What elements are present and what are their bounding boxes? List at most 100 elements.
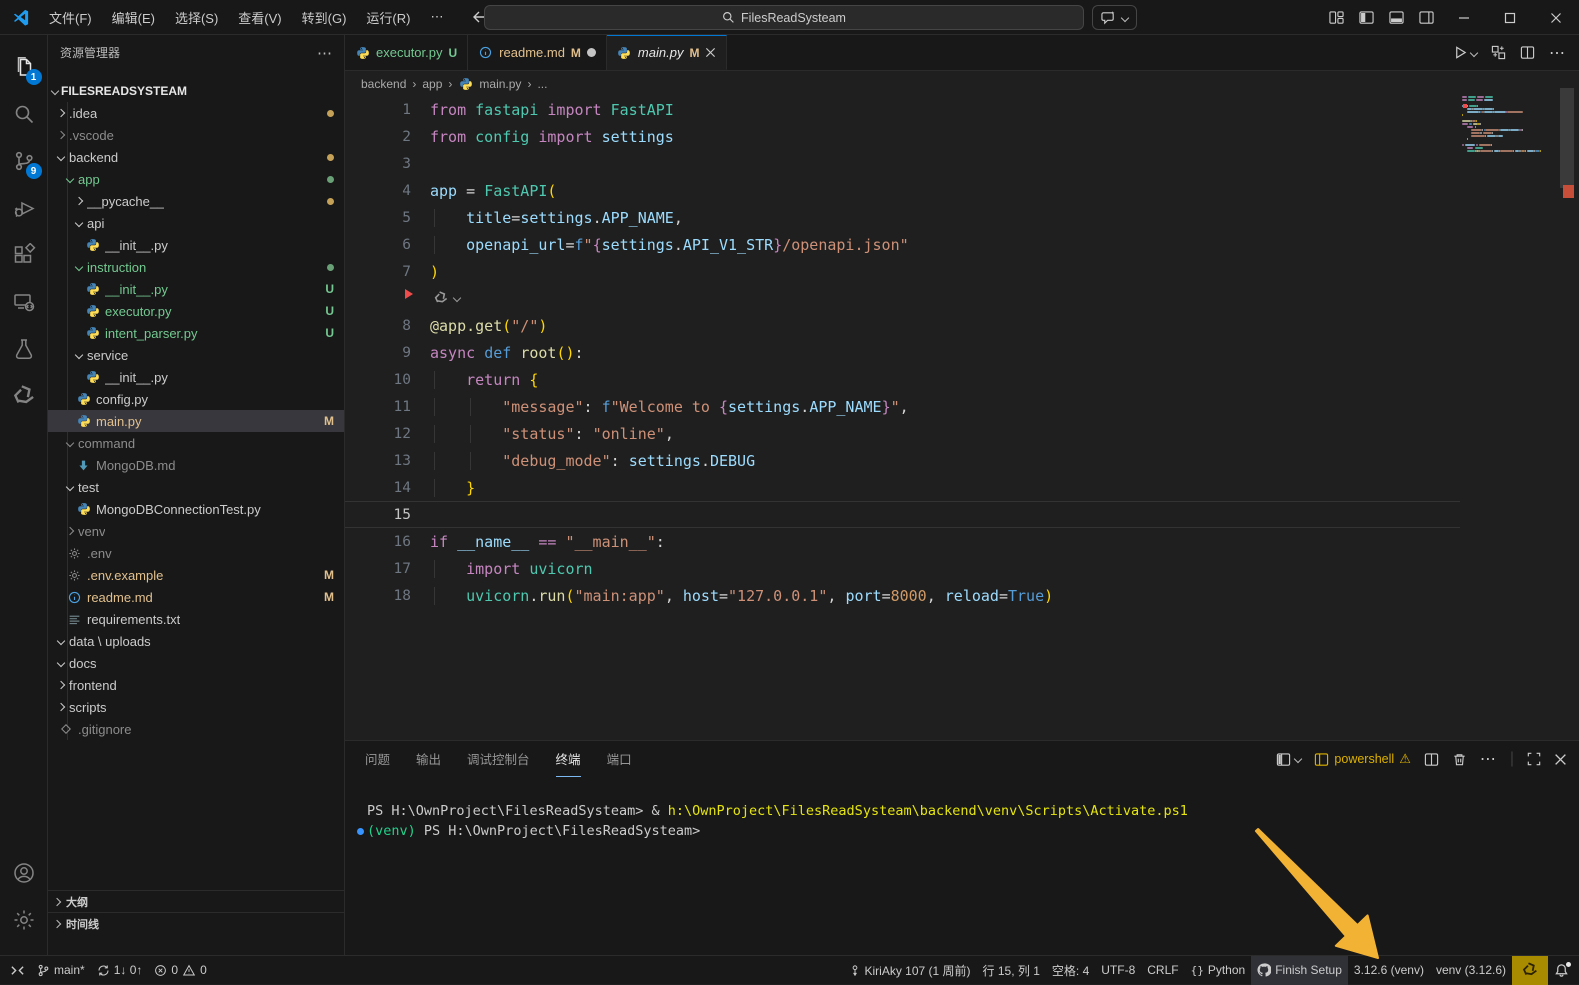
menu-more[interactable]: ⋯ xyxy=(421,5,452,29)
remote-explorer-icon[interactable] xyxy=(0,278,48,325)
panel-tab-item[interactable]: 端口 xyxy=(607,741,632,777)
menu-run[interactable]: 运行(R) xyxy=(357,4,419,31)
tree-item-mongodb-md[interactable]: MongoDB.md xyxy=(48,454,344,476)
toggle-panel-icon[interactable] xyxy=(1381,0,1411,35)
account-icon[interactable] xyxy=(0,849,48,896)
tree-item-frontend[interactable]: frontend xyxy=(48,674,344,696)
close-window-button[interactable] xyxy=(1533,0,1579,35)
explorer-icon[interactable]: 1 xyxy=(0,43,48,90)
cursor-position-item[interactable]: 行 15, 列 1 xyxy=(977,956,1046,985)
code-line[interactable]: 3 xyxy=(345,150,1460,177)
tree-item-backend[interactable]: backend xyxy=(48,146,344,168)
menu-view[interactable]: 查看(V) xyxy=(229,4,290,31)
tree-item--vscode[interactable]: .vscode xyxy=(48,124,344,146)
code-line[interactable]: 13 "debug_mode": settings.DEBUG xyxy=(345,447,1460,474)
tree-item-scripts[interactable]: scripts xyxy=(48,696,344,718)
close-tab-icon[interactable] xyxy=(705,47,716,58)
open-changes-icon[interactable] xyxy=(1491,45,1506,60)
code-line[interactable]: 9async def root(): xyxy=(345,339,1460,366)
minimize-button[interactable] xyxy=(1441,0,1487,35)
command-center-search[interactable]: FilesReadSysteam xyxy=(484,5,1084,30)
copilot-chat-button[interactable] xyxy=(1092,5,1137,30)
breadcrumb-item-backend[interactable]: backend xyxy=(361,77,406,91)
blame-item[interactable]: KiriAky 107 (1 周前) xyxy=(843,956,977,985)
maximize-panel-icon[interactable] xyxy=(1527,752,1541,766)
command-decoration[interactable] xyxy=(353,828,367,835)
code-line[interactable]: 5 title=settings.APP_NAME, xyxy=(345,204,1460,231)
testing-icon[interactable] xyxy=(0,325,48,372)
terminal-output[interactable]: PS H:\OwnProject\FilesReadSysteam> & h:\… xyxy=(353,801,1559,841)
customize-layout-icon[interactable] xyxy=(1321,0,1351,35)
code-line[interactable]: 4app = FastAPI( xyxy=(345,177,1460,204)
panel-tab-terminal-active[interactable]: 终端 xyxy=(556,741,581,777)
ai-plugin-icon[interactable] xyxy=(0,372,48,419)
code-line[interactable]: 15 xyxy=(345,501,1460,528)
run-debug-icon[interactable] xyxy=(0,184,48,231)
tree-item-command[interactable]: command xyxy=(48,432,344,454)
panel-more-actions-icon[interactable]: ⋯ xyxy=(1480,749,1497,769)
git-branch-item[interactable]: main* xyxy=(31,956,91,985)
tree-item-api[interactable]: api xyxy=(48,212,344,234)
menu-edit[interactable]: 编辑(E) xyxy=(103,4,164,31)
panel-tab-item[interactable]: 调试控制台 xyxy=(467,741,530,777)
search-sidebar-icon[interactable] xyxy=(0,90,48,137)
editor-scrollbar[interactable] xyxy=(1560,88,1574,188)
panel-tab-item[interactable]: 问题 xyxy=(365,741,390,777)
workspace-root[interactable]: FILESREADSYSTEAM xyxy=(48,80,344,102)
tree-item-config-py[interactable]: config.py xyxy=(48,388,344,410)
tab-main-py[interactable]: main.pyM xyxy=(607,35,728,70)
kill-terminal-icon[interactable] xyxy=(1452,752,1467,767)
ai-plugin-status-icon[interactable] xyxy=(1512,956,1548,985)
toggle-sidebar-icon[interactable] xyxy=(1351,0,1381,35)
code-line[interactable]: 12 "status": "online", xyxy=(345,420,1460,447)
explorer-more-actions[interactable]: ⋯ xyxy=(317,44,332,62)
venv-item[interactable]: venv (3.12.6) xyxy=(1430,956,1512,985)
code-line[interactable]: 10 return { xyxy=(345,366,1460,393)
notifications-bell-icon[interactable] xyxy=(1548,956,1579,985)
tree-item--env-example[interactable]: .env.exampleM xyxy=(48,564,344,586)
close-panel-icon[interactable] xyxy=(1554,753,1567,766)
tree-item-main-py[interactable]: main.pyM xyxy=(48,410,344,432)
eol-item[interactable]: CRLF xyxy=(1141,956,1184,985)
tree-item-docs[interactable]: docs xyxy=(48,652,344,674)
code-editor[interactable]: 1from fastapi import FastAPI2from config… xyxy=(345,96,1460,609)
toggle-secondary-sidebar-icon[interactable] xyxy=(1411,0,1441,35)
tree-item--gitignore[interactable]: .gitignore xyxy=(48,718,344,740)
tree-item--idea[interactable]: .idea xyxy=(48,102,344,124)
tree-item-venv[interactable]: venv xyxy=(48,520,344,542)
tree-item-readme-md[interactable]: readme.mdM xyxy=(48,586,344,608)
code-line[interactable]: 8@app.get("/") xyxy=(345,312,1460,339)
code-line[interactable]: 1from fastapi import FastAPI xyxy=(345,96,1460,123)
code-line[interactable]: 18 uvicorn.run("main:app", host="127.0.0… xyxy=(345,582,1460,609)
breadcrumb-item--[interactable]: ... xyxy=(537,77,547,91)
breadcrumb-item-main-py[interactable]: main.py xyxy=(479,77,521,91)
split-editor-icon[interactable] xyxy=(1520,45,1535,60)
problems-item[interactable]: 0 0 xyxy=(148,956,212,985)
menu-go[interactable]: 转到(G) xyxy=(293,4,356,31)
tree-item-executor-py[interactable]: executor.pyU xyxy=(48,300,344,322)
tree-item--init-py[interactable]: __init__.pyU xyxy=(48,278,344,300)
github-finish-setup-item[interactable]: Finish Setup xyxy=(1251,956,1348,985)
tree-item-mongodbconnectiontest-py[interactable]: MongoDBConnectionTest.py xyxy=(48,498,344,520)
breadcrumb[interactable]: backend›app›main.py›... xyxy=(345,71,1579,96)
outline-section[interactable]: 大纲 xyxy=(48,890,344,912)
tree-item-intent-parser-py[interactable]: intent_parser.pyU xyxy=(48,322,344,344)
code-line[interactable]: 6 openapi_url=f"{settings.API_V1_STR}/op… xyxy=(345,231,1460,258)
tree-item-service[interactable]: service xyxy=(48,344,344,366)
tree-item-requirements-txt[interactable]: requirements.txt xyxy=(48,608,344,630)
minimap[interactable] xyxy=(1462,96,1558,153)
source-control-icon[interactable]: 9 xyxy=(0,137,48,184)
tree-item-test[interactable]: test xyxy=(48,476,344,498)
menu-file[interactable]: 文件(F) xyxy=(40,4,101,31)
run-python-file-button[interactable] xyxy=(1453,45,1477,60)
python-version-item[interactable]: 3.12.6 (venv) xyxy=(1348,956,1430,985)
timeline-section[interactable]: 时间线 xyxy=(48,912,344,934)
tree-item--env[interactable]: .env xyxy=(48,542,344,564)
code-line[interactable]: 7) xyxy=(345,258,1460,285)
tree-item--init-py[interactable]: __init__.py xyxy=(48,366,344,388)
encoding-item[interactable]: UTF-8 xyxy=(1095,956,1141,985)
code-line[interactable]: 17 import uvicorn xyxy=(345,555,1460,582)
code-line[interactable]: 11 "message": f"Welcome to {settings.APP… xyxy=(345,393,1460,420)
tab-readme-md[interactable]: readme.mdM xyxy=(468,35,607,70)
sync-changes-item[interactable]: 1↓ 0↑ xyxy=(91,956,149,985)
